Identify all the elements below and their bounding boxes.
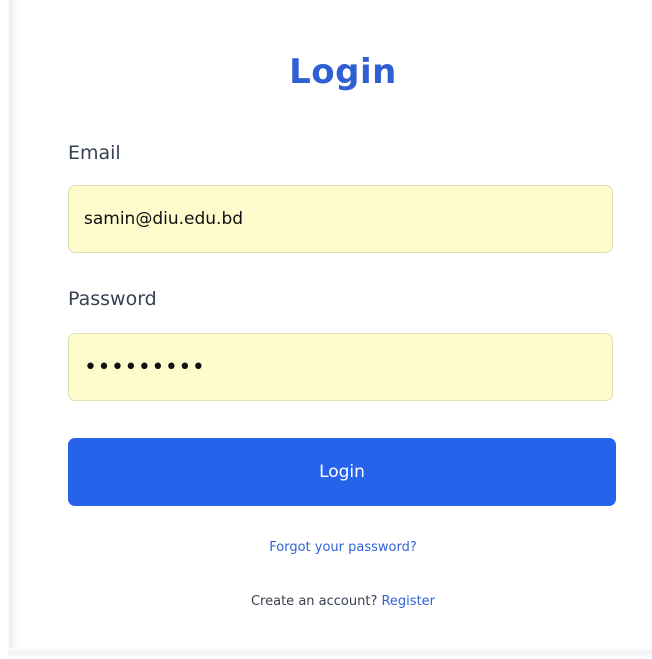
email-field[interactable] [68, 185, 613, 253]
login-title: Login [289, 52, 397, 92]
password-field[interactable] [68, 333, 613, 401]
register-link[interactable]: Register [381, 594, 435, 609]
card-left-shadow [0, 0, 20, 659]
card-bottom-shadow [8, 648, 652, 659]
register-line: Create an account? Register [0, 594, 652, 609]
forgot-password-line: Forgot your password? [0, 540, 652, 555]
login-page: Login Email Password Login Forgot your p… [0, 0, 652, 659]
password-label: Password [68, 288, 157, 310]
email-label: Email [68, 142, 121, 164]
login-button[interactable]: Login [68, 438, 616, 506]
forgot-password-link[interactable]: Forgot your password? [269, 540, 417, 555]
create-account-prompt: Create an account? [250, 594, 378, 609]
